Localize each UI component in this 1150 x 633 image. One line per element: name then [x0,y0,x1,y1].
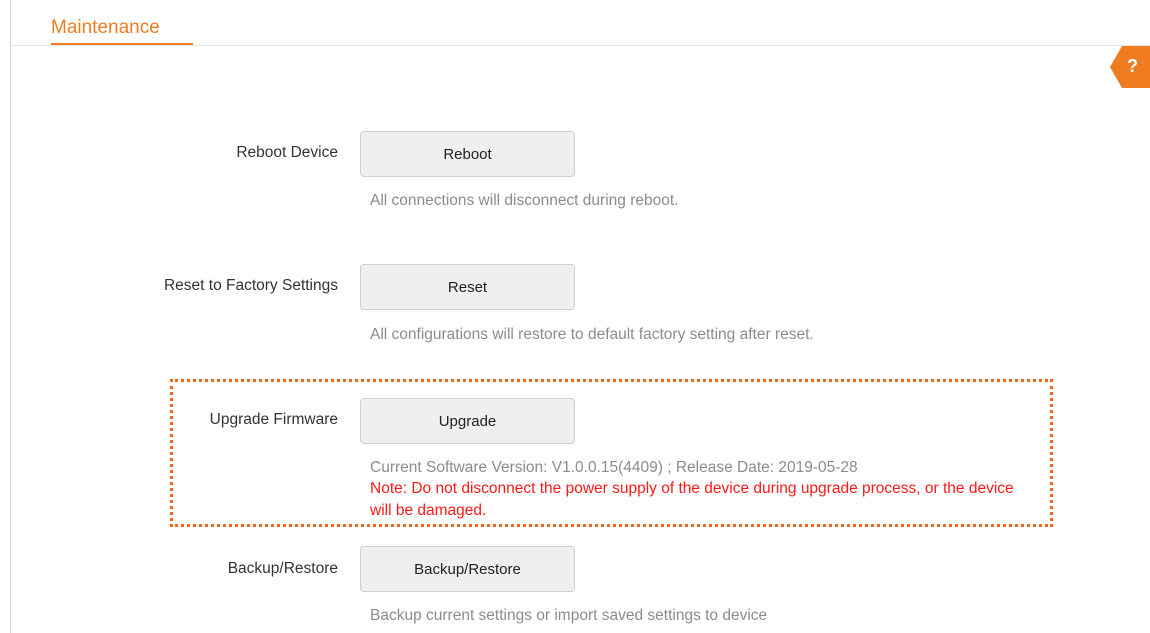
backup-restore-button[interactable]: Backup/Restore [360,546,575,592]
reboot-device-label: Reboot Device [236,144,338,161]
reboot-description: All connections will disconnect during r… [370,192,679,209]
content-left-border [10,0,11,633]
help-button[interactable]: ? [1110,46,1150,88]
maintenance-page: Maintenance ? Reboot Device Reboot All c… [0,0,1150,633]
backup-restore-label: Backup/Restore [227,560,338,577]
header-divider [11,45,1150,46]
upgrade-warning-note: Note: Do not disconnect the power supply… [370,480,1014,519]
reset-button[interactable]: Reset [360,264,575,310]
firmware-version-info: Current Software Version: V1.0.0.15(4409… [370,459,858,476]
page-title: Maintenance [51,17,160,38]
reset-factory-label: Reset to Factory Settings [163,277,338,294]
help-icon: ? [1127,56,1138,76]
reset-description: All configurations will restore to defau… [370,326,814,343]
upgrade-firmware-label: Upgrade Firmware [209,411,338,428]
reboot-button[interactable]: Reboot [360,131,575,177]
backup-description: Backup current settings or import saved … [370,607,768,624]
upgrade-button[interactable]: Upgrade [360,398,575,444]
